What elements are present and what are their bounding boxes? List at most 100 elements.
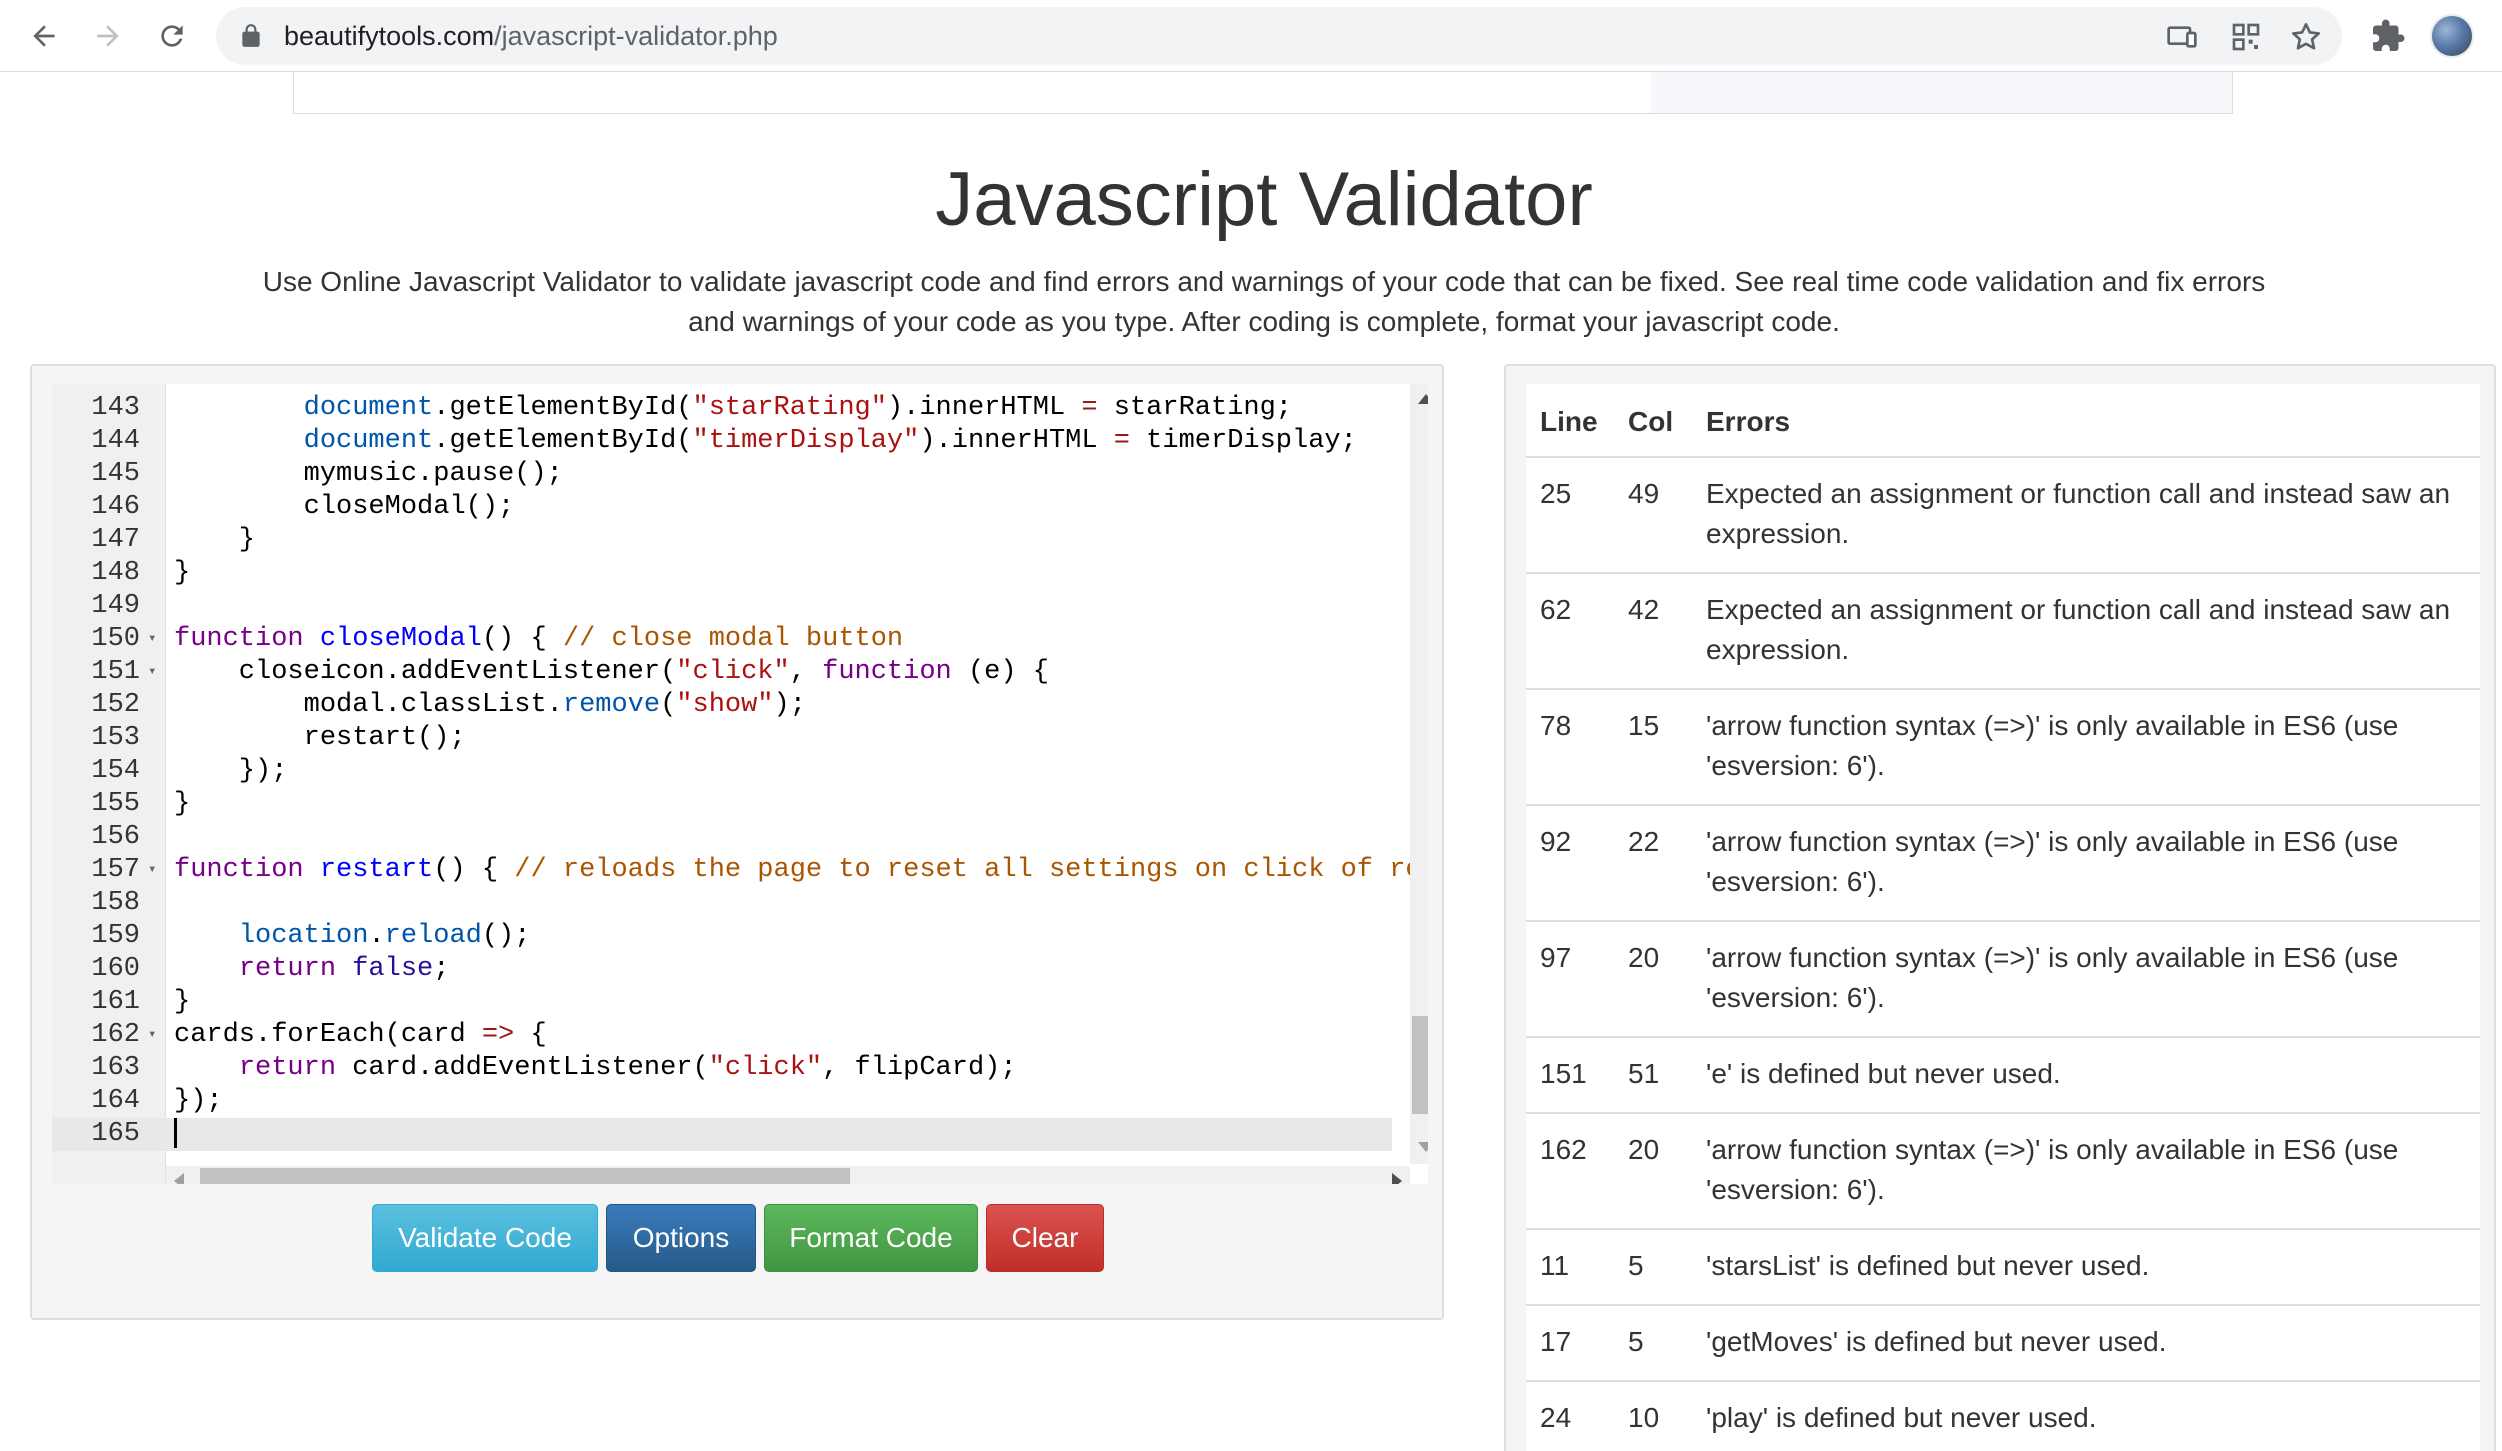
url-text[interactable]: beautifytools.com/javascript-validator.p… [284,19,778,53]
horizontal-scrollbar[interactable] [166,1166,1410,1184]
code-line[interactable]: 143 document.getElementById("starRating"… [52,392,1392,425]
line-number: 148 [91,558,140,588]
error-row[interactable]: 78 15'arrow function syntax (=>)' is only… [1526,689,2480,806]
fold-arrow-icon[interactable]: ▾ [148,854,156,887]
code-lines[interactable]: 143 document.getElementById("starRating"… [52,384,1412,1164]
code-line[interactable]: 148} [52,557,1392,590]
code-line[interactable]: 156 [52,821,1392,854]
code-line[interactable]: 164}); [52,1085,1392,1118]
line-number: 149 [91,591,140,621]
error-row[interactable]: 62 42 Expected an assignment or function c… [1526,573,2480,690]
back-button[interactable] [22,14,66,58]
code-line[interactable]: 150 ▾ function closeModal() { // close mod… [52,623,1392,656]
error-row[interactable]: 25 49 Expected an assignment or function c… [1526,457,2480,574]
error-message: 'e' is defined but never used. [1692,1037,2480,1114]
line-number: 163 [91,1053,140,1083]
error-row[interactable]: 24 10'play' is defined but never used. [1526,1381,2480,1451]
code-text: } [174,525,256,555]
error-message: 'arrow function syntax (=>)' is only ava… [1692,805,2480,922]
code-text: function closeModal() { // close modal b… [174,624,904,654]
scroll-up-icon[interactable] [1418,394,1428,404]
error-message: 'arrow function syntax (=>)' is only ava… [1692,1113,2480,1230]
error-row[interactable]: 97 20'arrow function syntax (=>)' is only… [1526,921,2480,1038]
code-text: return card.addEventListener("click", fl… [238,1053,1017,1083]
error-message: Expected an assignment or function call … [1692,457,2480,574]
format-code-button[interactable]: Format Code [764,1204,978,1272]
lock-icon[interactable] [238,23,264,49]
errors-panel: Line Col Errors 25 49 Expected an assignme… [1504,364,2496,1451]
line-number: 145 [91,459,140,489]
error-col: 20 [1614,921,1692,1038]
puzzle-icon[interactable] [2370,18,2406,54]
error-col: 15 [1614,689,1692,806]
code-text [174,1118,177,1151]
code-line[interactable]: 157 ▾ function restart() { // reloads the … [52,854,1412,887]
error-row[interactable]: 11 5'starsList' is defined but never used… [1526,1229,2480,1306]
vertical-scrollbar[interactable] [1410,384,1428,1164]
code-line[interactable]: 146 closeModal(); [52,491,1392,524]
fold-arrow-icon[interactable]: ▾ [148,623,156,656]
error-row[interactable]: 162 20'arrow function syntax (=>)' is onl… [1526,1113,2480,1230]
error-row[interactable]: 92 22'arrow function syntax (=>)' is only… [1526,805,2480,922]
error-col: 51 [1614,1037,1692,1114]
line-number: 164 [91,1086,140,1116]
error-line: 11 [1526,1229,1614,1306]
code-line[interactable]: 145 mymusic.pause(); [52,458,1392,491]
code-line[interactable]: 162 ▾ cards.forEach(card => { [52,1019,1392,1052]
page-title: Javascript Validator [935,157,1593,242]
error-line: 62 [1526,573,1614,690]
code-line[interactable]: 147 } [52,524,1392,557]
avatar[interactable] [2430,14,2474,58]
line-number: 153 [91,723,140,753]
qr-code-icon[interactable] [2230,21,2262,53]
error-col: 20 [1614,1113,1692,1230]
line-number: 144 [91,426,140,456]
line-number: 150 [91,624,140,654]
scroll-left-icon[interactable] [174,1173,184,1184]
error-col: 10 [1614,1381,1692,1451]
cast-icon[interactable] [2166,21,2198,53]
line-number: 156 [91,822,140,852]
code-text: document.getElementById("starRating").in… [303,393,1293,423]
code-line[interactable]: 160 return false; [52,953,1392,986]
address-bar[interactable]: beautifytools.com/javascript-validator.p… [216,7,2342,65]
editor-actions: Validate Code Options Format Code Clear [32,1204,1446,1274]
forward-button[interactable] [86,14,130,58]
errors-column-header: Errors [1692,384,2480,458]
error-row[interactable]: 151 51'e' is defined but never used. [1526,1037,2480,1114]
code-line[interactable]: 155} [52,788,1392,821]
code-line[interactable]: 163 return card.addEventListener("click"… [52,1052,1392,1085]
horizontal-scroll-thumb[interactable] [200,1168,850,1184]
code-line[interactable]: 149 [52,590,1392,623]
code-line[interactable]: 154 }); [52,755,1392,788]
code-line[interactable]: 151 ▾ closeicon.addEventListener("click",… [52,656,1392,689]
fold-arrow-icon[interactable]: ▾ [148,656,156,689]
editor-panel: 143 document.getElementById("starRating"… [30,364,1444,1320]
reload-button[interactable] [150,14,194,58]
star-icon[interactable] [2290,21,2322,53]
code-text: } [174,558,191,588]
code-line[interactable]: 165 [52,1118,1392,1151]
validate-code-button[interactable]: Validate Code [372,1204,598,1272]
clear-button[interactable]: Clear [986,1204,1104,1272]
error-row[interactable]: 17 5'getMoves' is defined but never used. [1526,1305,2480,1382]
code-line[interactable]: 158 [52,887,1392,920]
line-number: 159 [91,921,140,951]
vertical-scroll-thumb[interactable] [1412,1016,1428,1114]
options-button[interactable]: Options [606,1204,756,1272]
code-text: document.getElementById("timerDisplay").… [303,426,1357,456]
scroll-right-icon[interactable] [1392,1173,1402,1184]
line-number: 165 [91,1119,140,1149]
error-message: 'starsList' is defined but never used. [1692,1229,2480,1306]
code-text: location.reload(); [238,921,531,951]
code-line[interactable]: 159 location.reload(); [52,920,1392,953]
code-line[interactable]: 161} [52,986,1392,1019]
code-line[interactable]: 152 modal.classList.remove("show"); [52,689,1392,722]
code-editor[interactable]: 143 document.getElementById("starRating"… [52,384,1428,1184]
scroll-down-icon[interactable] [1418,1142,1428,1152]
code-line[interactable]: 153 restart(); [52,722,1392,755]
fold-arrow-icon[interactable]: ▾ [148,1019,156,1052]
url-domain: beautifytools.com [284,21,495,51]
code-line[interactable]: 144 document.getElementById("timerDispla… [52,425,1392,458]
error-col: 22 [1614,805,1692,922]
